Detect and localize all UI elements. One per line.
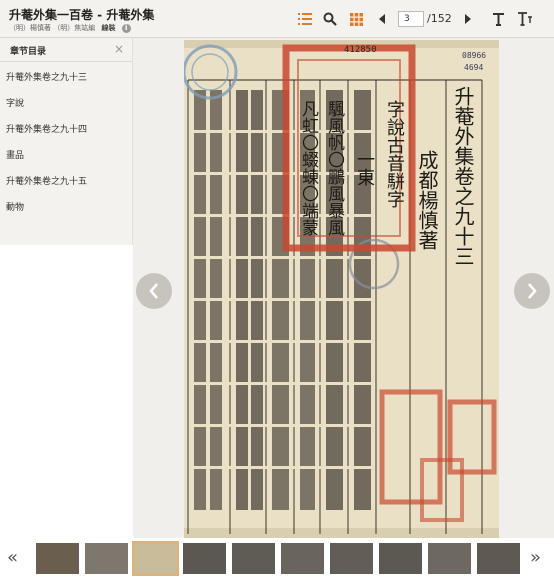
chapter-item[interactable]: 字說 (0, 91, 132, 117)
text-size-icon[interactable] (517, 11, 533, 27)
scan-serial: 412850 (344, 45, 377, 55)
chevron-right-icon (528, 283, 537, 299)
thumbnail[interactable] (477, 543, 520, 574)
next-page-arrow[interactable] (514, 273, 550, 309)
prev-page-arrow[interactable] (136, 273, 172, 309)
edition-label: 線裝 (101, 24, 116, 32)
prev-page-icon[interactable] (374, 11, 390, 27)
chevron-left-icon (149, 283, 158, 299)
header-bar: 升菴外集一百卷 - 升菴外集 （明）楊慎著 （明）焦竑編 線裝 i /152 (0, 0, 554, 38)
book-subtitle: （明）楊慎著 （明）焦竑編 線裝 i (9, 23, 131, 33)
thumbnail[interactable] (183, 543, 226, 574)
scan-column-text: 颿風帆〇鵬風暴風 (324, 100, 344, 236)
thumbnail[interactable] (379, 543, 422, 574)
close-icon[interactable]: × (114, 42, 124, 56)
chapter-item[interactable]: 升菴外集卷之九十三 (0, 65, 132, 91)
scan-accession-2: 4694 (464, 63, 484, 72)
author-editor: （明）焦竑編 (53, 24, 96, 32)
chapter-item[interactable]: 動物 (0, 195, 132, 221)
chapter-item[interactable]: 畫品 (0, 143, 132, 169)
thumbnail[interactable] (232, 543, 275, 574)
author-primary: （明）楊慎著 (9, 24, 51, 32)
list-icon[interactable] (297, 11, 313, 27)
thumbnail-active[interactable] (132, 541, 179, 576)
sidebar-title: 章节目录 (10, 47, 47, 57)
scan-column-title: 升菴外集卷之九十三 (451, 86, 475, 266)
thumbnail[interactable] (281, 543, 324, 574)
scan-column-heading: 一東 (354, 150, 375, 186)
text-icon[interactable] (490, 11, 506, 27)
scan-column-text: 凡虹〇蝃蝀〇端蒙 (298, 100, 318, 236)
scan-accession: 08966 (462, 51, 487, 60)
scanned-page: 412850 08966 4694 升菴外集卷之九十三 成都楊慎著 字說古音駢字… (184, 40, 499, 538)
thumbnail[interactable] (85, 543, 128, 574)
thumb-next-icon[interactable]: » (530, 547, 541, 568)
page-total: /152 (427, 12, 452, 25)
book-title: 升菴外集一百卷 - 升菴外集 (9, 8, 155, 22)
thumbnail[interactable] (330, 543, 373, 574)
scan-column-section: 字說古音駢字 (384, 100, 405, 208)
chapter-sidebar: 章节目录 × 升菴外集卷之九十三 字說 升菴外集卷之九十四 畫品 升菴外集卷之九… (0, 38, 133, 245)
chapter-item[interactable]: 升菴外集卷之九十五 (0, 169, 132, 195)
thumbnail-strip: « » (0, 538, 554, 577)
page-number-input[interactable] (398, 11, 424, 27)
next-page-icon[interactable] (460, 11, 476, 27)
grid-icon[interactable] (348, 11, 364, 27)
thumbnail[interactable] (428, 543, 471, 574)
thumb-prev-icon[interactable]: « (7, 547, 18, 568)
sidebar-header: 章节目录 × (0, 38, 132, 62)
scan-column-author: 成都楊慎著 (415, 150, 439, 250)
thumbnail[interactable] (36, 543, 79, 574)
search-icon[interactable] (322, 11, 338, 27)
chapter-item[interactable]: 升菴外集卷之九十四 (0, 117, 132, 143)
info-icon[interactable]: i (121, 23, 131, 33)
